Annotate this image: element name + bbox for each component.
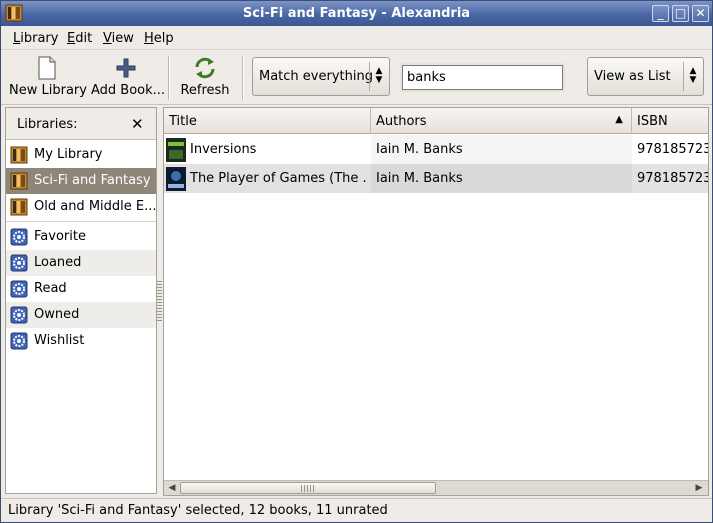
scrollbar-thumb[interactable] <box>180 482 436 494</box>
add-book-label: Add Book... <box>91 83 166 98</box>
match-combo-value: Match everything <box>259 69 373 84</box>
combo-arrows-icon: ▲ ▼ <box>375 66 383 85</box>
menu-accel: H <box>144 31 154 46</box>
library-item-label: Old and Middle E... <box>34 199 157 214</box>
library-item-label: Sci-Fi and Fantasy <box>34 173 151 188</box>
window-title: Sci-Fi and Fantasy - Alexandria <box>242 6 471 21</box>
bookshelf-icon <box>10 172 28 190</box>
smart-library-label: Owned <box>34 307 80 322</box>
table-header: Title Authors ▲ ISBN <box>164 108 708 134</box>
new-library-label: New Library <box>9 83 87 98</box>
title-bar[interactable]: Sci-Fi and Fantasy - Alexandria _ □ ✕ <box>1 1 712 26</box>
sidebar-title: Libraries: <box>17 117 78 132</box>
smart-library-gear-icon <box>10 306 28 324</box>
view-combo[interactable]: View as List ▲ ▼ <box>587 57 704 96</box>
smart-library-gear-icon <box>10 254 28 272</box>
cell-isbn: 9781857237 <box>637 142 708 157</box>
combo-divider <box>683 62 684 91</box>
view-combo-value: View as List <box>594 69 671 84</box>
menu-accel: E <box>67 31 76 46</box>
smart-library-label: Read <box>34 281 67 296</box>
new-document-icon <box>38 56 56 80</box>
library-item-old-and-middle[interactable]: Old and Middle E... <box>6 194 157 220</box>
bookshelf-icon <box>10 198 28 216</box>
app-window: Sci-Fi and Fantasy - Alexandria _ □ ✕ Li… <box>0 0 713 523</box>
table-row[interactable]: The Player of Games (The ... Iain M. Ban… <box>164 164 708 193</box>
menu-bar: Library Edit View Help <box>1 26 712 50</box>
combo-arrows-icon: ▲ ▼ <box>689 66 697 85</box>
close-window-button[interactable]: ✕ <box>692 5 709 22</box>
library-item-my-library[interactable]: My Library <box>6 142 156 168</box>
smart-library-label: Favorite <box>34 229 86 244</box>
sidebar-separator <box>6 221 156 223</box>
toolbar-separator <box>168 56 170 100</box>
book-cover-icon <box>166 138 186 162</box>
smart-library-loaned[interactable]: Loaned <box>6 250 156 276</box>
smart-library-label: Loaned <box>34 255 82 270</box>
add-book-button[interactable]: Add Book... <box>91 56 166 102</box>
combo-divider <box>369 62 370 91</box>
column-header-title[interactable]: Title <box>164 108 371 134</box>
book-cover-icon <box>166 167 186 191</box>
maximize-button[interactable]: □ <box>672 5 689 22</box>
smart-library-gear-icon <box>10 228 28 246</box>
menu-label: dit <box>75 31 93 46</box>
column-header-isbn[interactable]: ISBN <box>632 108 708 134</box>
column-header-label: Title <box>169 114 197 129</box>
cell-authors: Iain M. Banks <box>371 135 632 164</box>
table-row[interactable]: Inversions Iain M. Banks 9781857237 <box>164 135 708 164</box>
sidebar-header: Libraries: ✕ <box>6 108 156 140</box>
smart-library-favorite[interactable]: Favorite <box>6 224 156 250</box>
scroll-right-icon[interactable]: ▶ <box>692 482 706 495</box>
menu-label: iew <box>111 31 134 46</box>
status-bar: Library 'Sci-Fi and Fantasy' selected, 1… <box>1 498 712 522</box>
column-header-authors[interactable]: Authors ▲ <box>371 108 632 134</box>
menu-library[interactable]: Library <box>13 31 58 46</box>
close-sidebar-icon[interactable]: ✕ <box>131 115 144 133</box>
toolbar-separator <box>242 56 244 100</box>
cell-isbn: 9781857231 <box>637 171 708 186</box>
search-input[interactable] <box>400 63 565 92</box>
cell-title: Inversions <box>190 142 257 157</box>
scroll-left-icon[interactable]: ◀ <box>165 482 179 495</box>
new-library-button[interactable]: New Library <box>9 56 87 102</box>
menu-label: elp <box>153 31 174 46</box>
toolbar: New Library Add Book... Refresh Match ev… <box>1 50 712 105</box>
match-combo[interactable]: Match everything ▲ ▼ <box>252 57 390 96</box>
smart-library-gear-icon <box>10 332 28 350</box>
book-table: Title Authors ▲ ISBN Inversions Iain M. B… <box>163 107 709 496</box>
plus-icon <box>116 58 136 78</box>
smart-library-wishlist[interactable]: Wishlist <box>6 328 156 354</box>
menu-view[interactable]: View <box>103 31 134 46</box>
column-header-label: ISBN <box>637 114 668 129</box>
smart-library-gear-icon <box>10 280 28 298</box>
scrollbar-grip <box>301 485 315 492</box>
libraries-sidebar: Libraries: ✕ My Library Sci-Fi and Fanta… <box>5 107 157 494</box>
library-item-label: My Library <box>34 147 103 162</box>
menu-help[interactable]: Help <box>144 31 174 46</box>
bookshelf-icon <box>10 146 28 164</box>
refresh-label: Refresh <box>180 83 230 98</box>
status-text: Library 'Sci-Fi and Fantasy' selected, 1… <box>8 503 388 518</box>
minimize-button[interactable]: _ <box>652 5 669 22</box>
refresh-icon <box>195 57 215 79</box>
menu-edit[interactable]: Edit <box>67 31 92 46</box>
cell-authors: Iain M. Banks <box>371 164 632 193</box>
horizontal-scrollbar[interactable]: ◀ ▶ <box>164 480 708 495</box>
menu-accel: V <box>103 31 112 46</box>
refresh-button[interactable]: Refresh <box>177 56 233 102</box>
smart-library-label: Wishlist <box>34 333 85 348</box>
sort-ascending-icon: ▲ <box>615 114 623 125</box>
cell-title: The Player of Games (The ... <box>190 171 368 186</box>
pane-resize-handle[interactable] <box>157 281 162 321</box>
menu-label: ibrary <box>20 31 59 46</box>
smart-library-owned[interactable]: Owned <box>6 302 156 328</box>
smart-library-read[interactable]: Read <box>6 276 156 302</box>
column-header-label: Authors <box>376 114 427 129</box>
library-item-sci-fi-and-fantasy[interactable]: Sci-Fi and Fantasy <box>6 168 156 194</box>
